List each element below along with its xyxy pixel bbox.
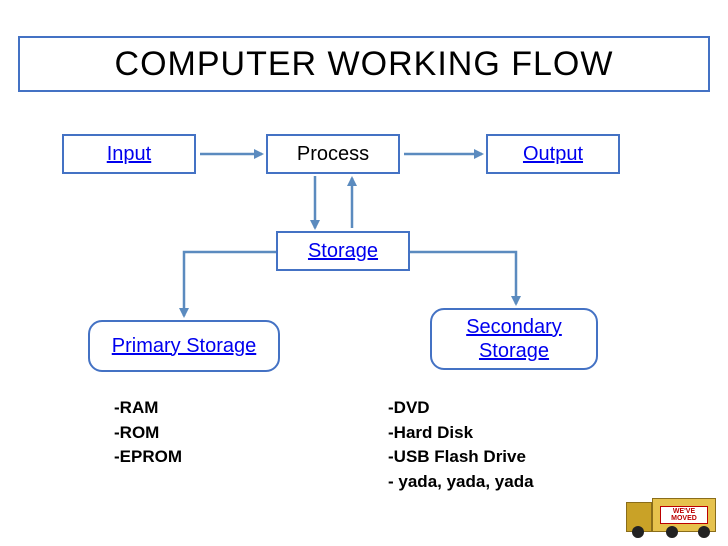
secondary-storage-list: DVD Hard Disk USB Flash Drive yada, yada…: [388, 396, 534, 495]
list-item: EPROM: [114, 445, 182, 470]
node-input-label[interactable]: Input: [107, 143, 151, 166]
list-item: Hard Disk: [388, 421, 534, 446]
node-process-label: Process: [297, 143, 369, 166]
node-secondary-storage: Secondary Storage: [430, 308, 598, 370]
node-process: Process: [266, 134, 400, 174]
node-storage: Storage: [276, 231, 410, 271]
node-primary-label[interactable]: Primary Storage: [112, 335, 257, 358]
page-title: COMPUTER WORKING FLOW: [115, 45, 614, 84]
node-secondary-label[interactable]: Secondary Storage: [432, 315, 596, 363]
node-output-label[interactable]: Output: [523, 143, 583, 166]
list-item: RAM: [114, 396, 182, 421]
title-box: COMPUTER WORKING FLOW: [18, 36, 710, 92]
list-item: USB Flash Drive: [388, 445, 534, 470]
moving-truck-icon: WE'VE MOVED: [626, 490, 720, 538]
list-item: ROM: [114, 421, 182, 446]
node-storage-label[interactable]: Storage: [308, 240, 378, 263]
truck-sign: WE'VE MOVED: [660, 506, 708, 524]
node-input: Input: [62, 134, 196, 174]
primary-storage-list: RAM ROM EPROM: [114, 396, 182, 470]
node-output: Output: [486, 134, 620, 174]
node-primary-storage: Primary Storage: [88, 320, 280, 372]
list-item: yada, yada, yada: [388, 470, 534, 495]
list-item: DVD: [388, 396, 534, 421]
